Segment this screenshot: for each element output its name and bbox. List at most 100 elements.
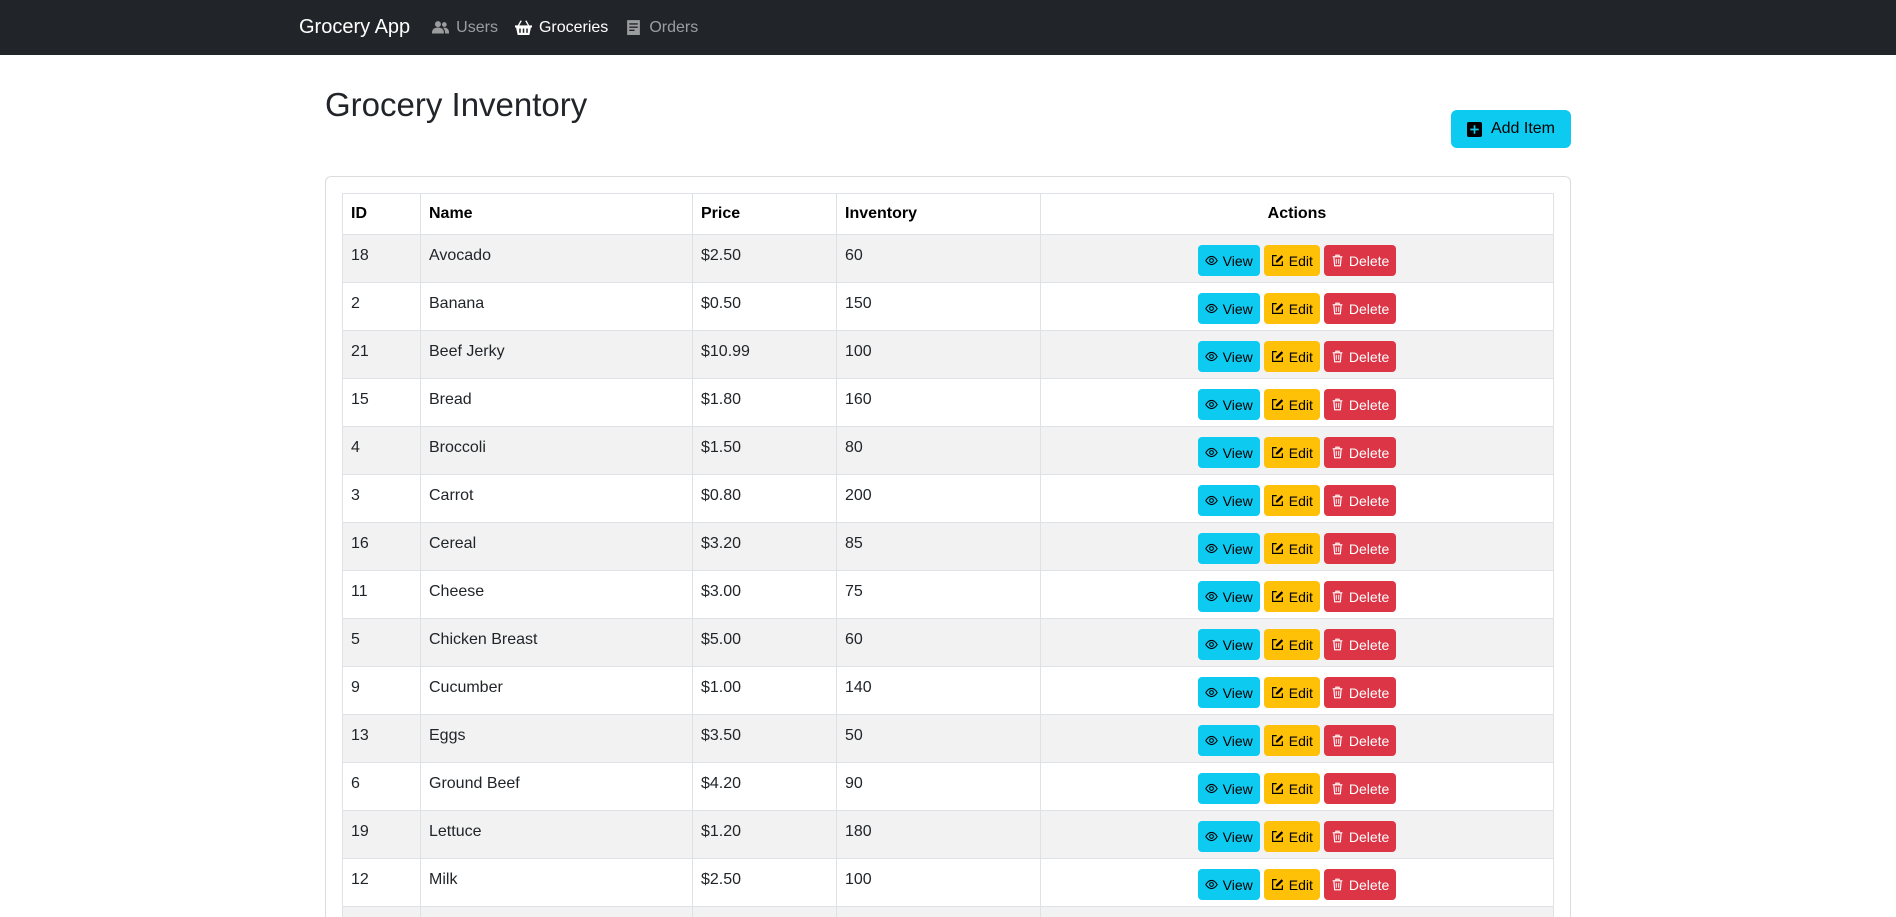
- edit-button[interactable]: Edit: [1263, 869, 1320, 900]
- table-row: 16 Cereal $3.20 85 View Edit Delete: [342, 522, 1554, 571]
- cell-name: Chicken Breast: [420, 618, 693, 667]
- cell-name: Carrot: [420, 474, 693, 523]
- edit-label: Edit: [1288, 684, 1313, 701]
- cell-price: $1.50: [692, 426, 837, 475]
- pencil-square-icon: [1271, 687, 1283, 698]
- cell-name: Eggs: [420, 714, 693, 763]
- cell-actions: View Edit Delete: [1040, 330, 1554, 379]
- cell-id: 13: [342, 714, 421, 763]
- edit-label: Edit: [1288, 252, 1313, 269]
- table-row: 2 Banana $0.50 150 View Edit Delete: [342, 282, 1554, 331]
- cell-name: Banana: [420, 282, 693, 331]
- table-row: 12 Milk $2.50 100 View Edit Delete: [342, 858, 1554, 907]
- edit-button[interactable]: Edit: [1263, 293, 1320, 324]
- cell-name: Cereal: [420, 522, 693, 571]
- cell-id: 11: [342, 570, 421, 619]
- delete-button[interactable]: Delete: [1323, 293, 1397, 324]
- edit-button[interactable]: Edit: [1263, 629, 1320, 660]
- view-button[interactable]: View: [1197, 869, 1260, 900]
- cell-inventory: 180: [836, 810, 1041, 859]
- edit-button[interactable]: Edit: [1263, 677, 1320, 708]
- edit-button[interactable]: Edit: [1263, 485, 1320, 516]
- edit-button[interactable]: Edit: [1263, 773, 1320, 804]
- nav-link-orders[interactable]: Orders: [625, 19, 698, 37]
- view-label: View: [1222, 348, 1253, 365]
- action-button-group: View Edit Delete: [1197, 533, 1397, 564]
- table-header-row: ID Name Price Inventory Actions: [342, 193, 1554, 235]
- view-button[interactable]: View: [1197, 677, 1260, 708]
- view-button[interactable]: View: [1197, 773, 1260, 804]
- delete-button[interactable]: Delete: [1323, 677, 1397, 708]
- cell-price: $2.50: [692, 234, 837, 283]
- cell-name: Lettuce: [420, 810, 693, 859]
- view-label: View: [1222, 300, 1253, 317]
- view-button[interactable]: View: [1197, 725, 1260, 756]
- delete-button[interactable]: Delete: [1323, 821, 1397, 852]
- action-button-group: View Edit Delete: [1197, 773, 1397, 804]
- edit-button[interactable]: Edit: [1263, 533, 1320, 564]
- pencil-square-icon: [1271, 783, 1283, 794]
- edit-button[interactable]: Edit: [1263, 725, 1320, 756]
- view-button[interactable]: View: [1197, 485, 1260, 516]
- navbar-brand[interactable]: Grocery App: [299, 16, 410, 39]
- header-id: ID: [342, 193, 421, 235]
- edit-button[interactable]: Edit: [1263, 245, 1320, 276]
- edit-button[interactable]: Edit: [1263, 581, 1320, 612]
- edit-label: Edit: [1288, 540, 1313, 557]
- delete-button[interactable]: Delete: [1323, 437, 1397, 468]
- view-button[interactable]: View: [1197, 821, 1260, 852]
- navbar: Grocery App Users Groceries Orders: [0, 0, 1896, 55]
- edit-label: Edit: [1288, 876, 1313, 893]
- delete-button[interactable]: Delete: [1323, 869, 1397, 900]
- table-row: 9 Cucumber $1.00 140 View Edit Delete: [342, 666, 1554, 715]
- add-item-button[interactable]: Add Item: [1450, 110, 1571, 148]
- trash-icon: [1332, 734, 1343, 747]
- delete-button[interactable]: Delete: [1323, 773, 1397, 804]
- action-button-group: View Edit Delete: [1197, 869, 1397, 900]
- cell-inventory: 85: [836, 522, 1041, 571]
- action-button-group: View Edit Delete: [1197, 581, 1397, 612]
- cell-inventory: 150: [836, 282, 1041, 331]
- view-label: View: [1222, 780, 1253, 797]
- delete-button[interactable]: Delete: [1323, 341, 1397, 372]
- edit-button[interactable]: Edit: [1263, 389, 1320, 420]
- delete-button[interactable]: Delete: [1323, 581, 1397, 612]
- page-header: Grocery Inventory Add Item: [325, 82, 1571, 176]
- view-label: View: [1222, 732, 1253, 749]
- delete-button[interactable]: Delete: [1323, 245, 1397, 276]
- cell-id: 6: [342, 762, 421, 811]
- eye-icon: [1204, 399, 1218, 410]
- view-button[interactable]: View: [1197, 581, 1260, 612]
- pencil-square-icon: [1271, 399, 1283, 410]
- cell-inventory: 60: [836, 618, 1041, 667]
- view-button[interactable]: View: [1197, 629, 1260, 660]
- edit-button[interactable]: Edit: [1263, 821, 1320, 852]
- eye-icon: [1204, 447, 1218, 458]
- view-button[interactable]: View: [1197, 389, 1260, 420]
- view-button[interactable]: View: [1197, 437, 1260, 468]
- delete-button[interactable]: Delete: [1323, 485, 1397, 516]
- delete-button[interactable]: Delete: [1323, 533, 1397, 564]
- cell-price: $2.50: [692, 858, 837, 907]
- edit-button[interactable]: Edit: [1263, 341, 1320, 372]
- header-actions: Actions: [1040, 193, 1554, 235]
- edit-button[interactable]: Edit: [1263, 437, 1320, 468]
- cell-name: Bread: [420, 378, 693, 427]
- delete-button[interactable]: Delete: [1323, 725, 1397, 756]
- eye-icon: [1204, 591, 1218, 602]
- table-row: 4 Broccoli $1.50 80 View Edit Delete: [342, 426, 1554, 475]
- cell-price: $0.50: [692, 282, 837, 331]
- view-button[interactable]: View: [1197, 245, 1260, 276]
- cell-id: 16: [342, 522, 421, 571]
- nav-link-groceries[interactable]: Groceries: [514, 19, 608, 37]
- action-button-group: View Edit Delete: [1197, 725, 1397, 756]
- delete-button[interactable]: Delete: [1323, 629, 1397, 660]
- view-button[interactable]: View: [1197, 293, 1260, 324]
- nav-link-users[interactable]: Users: [432, 19, 498, 37]
- delete-button[interactable]: Delete: [1323, 389, 1397, 420]
- view-button[interactable]: View: [1197, 533, 1260, 564]
- delete-label: Delete: [1348, 636, 1390, 653]
- cell-actions: View Edit Delete: [1040, 570, 1554, 619]
- view-button[interactable]: View: [1197, 341, 1260, 372]
- delete-label: Delete: [1348, 684, 1390, 701]
